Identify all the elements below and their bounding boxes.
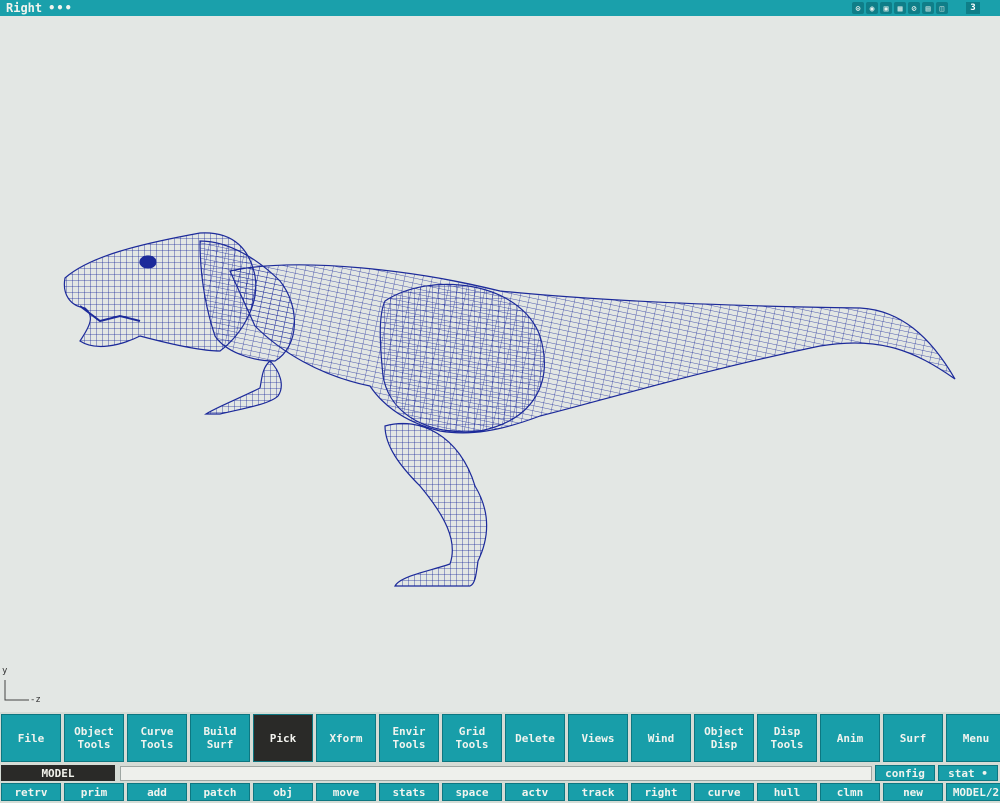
window-control-icon[interactable]: ▤ bbox=[922, 2, 934, 14]
trex-wireframe-model bbox=[63, 232, 956, 587]
track-button[interactable]: track bbox=[568, 783, 628, 801]
view-menu-dots[interactable]: ••• bbox=[48, 1, 73, 15]
view-number-badge[interactable]: 3 bbox=[966, 2, 980, 14]
window-controls: ⊙ ◉ ▣ ▦ ⊘ ▤ ◫ bbox=[852, 2, 948, 14]
config-button[interactable]: config bbox=[875, 765, 935, 781]
add-button[interactable]: add bbox=[127, 783, 187, 801]
window-control-icon[interactable]: ◫ bbox=[936, 2, 948, 14]
axis-indicator bbox=[4, 680, 29, 701]
menu-button[interactable]: Menu bbox=[946, 714, 1000, 762]
bottom-toolbar: File Object Tools Curve Tools Build Surf Pic… bbox=[0, 712, 1000, 803]
views-button[interactable]: Views bbox=[568, 714, 628, 762]
axis-y-label: y bbox=[2, 666, 8, 676]
file-button[interactable]: File bbox=[1, 714, 61, 762]
stat-button[interactable]: stat • bbox=[938, 765, 998, 781]
clmn-button[interactable]: clmn bbox=[820, 783, 880, 801]
xform-button[interactable]: Xform bbox=[316, 714, 376, 762]
prim-button[interactable]: prim bbox=[64, 783, 124, 801]
right-button[interactable]: right bbox=[631, 783, 691, 801]
hull-button[interactable]: hull bbox=[757, 783, 817, 801]
axis-z-label: -z bbox=[30, 695, 41, 705]
model-page-button[interactable]: MODEL/2 bbox=[946, 783, 1000, 801]
command-input[interactable] bbox=[120, 766, 872, 781]
grid-tools-button[interactable]: Grid Tools bbox=[442, 714, 502, 762]
disp-tools-button[interactable]: Disp Tools bbox=[757, 714, 817, 762]
retrv-button[interactable]: retrv bbox=[1, 783, 61, 801]
axis-z-letter: z bbox=[35, 695, 41, 705]
curve-tools-button[interactable]: Curve Tools bbox=[127, 714, 187, 762]
delete-button[interactable]: Delete bbox=[505, 714, 565, 762]
view-title: Right bbox=[6, 1, 43, 15]
model-viewport[interactable]: y -z bbox=[0, 16, 1000, 710]
window-control-icon[interactable]: ⊘ bbox=[908, 2, 920, 14]
wind-button[interactable]: Wind bbox=[631, 714, 691, 762]
window-control-icon[interactable]: ▣ bbox=[880, 2, 892, 14]
surf-button[interactable]: Surf bbox=[883, 714, 943, 762]
object-tools-button[interactable]: Object Tools bbox=[64, 714, 124, 762]
submenu-row: retrv prim add patch obj move stats space actv tr… bbox=[0, 783, 1000, 801]
window-control-icon[interactable]: ◉ bbox=[866, 2, 878, 14]
space-button[interactable]: space bbox=[442, 783, 502, 801]
object-disp-button[interactable]: Object Disp bbox=[694, 714, 754, 762]
mode-label: MODEL bbox=[1, 765, 115, 781]
window-control-icon[interactable]: ▦ bbox=[894, 2, 906, 14]
actv-button[interactable]: actv bbox=[505, 783, 565, 801]
pick-button[interactable]: Pick bbox=[253, 714, 313, 762]
main-menu-row: File Object Tools Curve Tools Build Surf Pic… bbox=[0, 714, 1000, 762]
patch-button[interactable]: patch bbox=[190, 783, 250, 801]
obj-button[interactable]: obj bbox=[253, 783, 313, 801]
envir-tools-button[interactable]: Envir Tools bbox=[379, 714, 439, 762]
mode-command-row: MODEL config stat • bbox=[0, 765, 1000, 781]
curve-button[interactable]: curve bbox=[694, 783, 754, 801]
title-bar: Right ••• ⊙ ◉ ▣ ▦ ⊘ ▤ ◫ 3 bbox=[0, 0, 1000, 16]
anim-button[interactable]: Anim bbox=[820, 714, 880, 762]
stats-button[interactable]: stats bbox=[379, 783, 439, 801]
new-button[interactable]: new bbox=[883, 783, 943, 801]
move-button[interactable]: move bbox=[316, 783, 376, 801]
build-surf-button[interactable]: Build Surf bbox=[190, 714, 250, 762]
window-control-icon[interactable]: ⊙ bbox=[852, 2, 864, 14]
